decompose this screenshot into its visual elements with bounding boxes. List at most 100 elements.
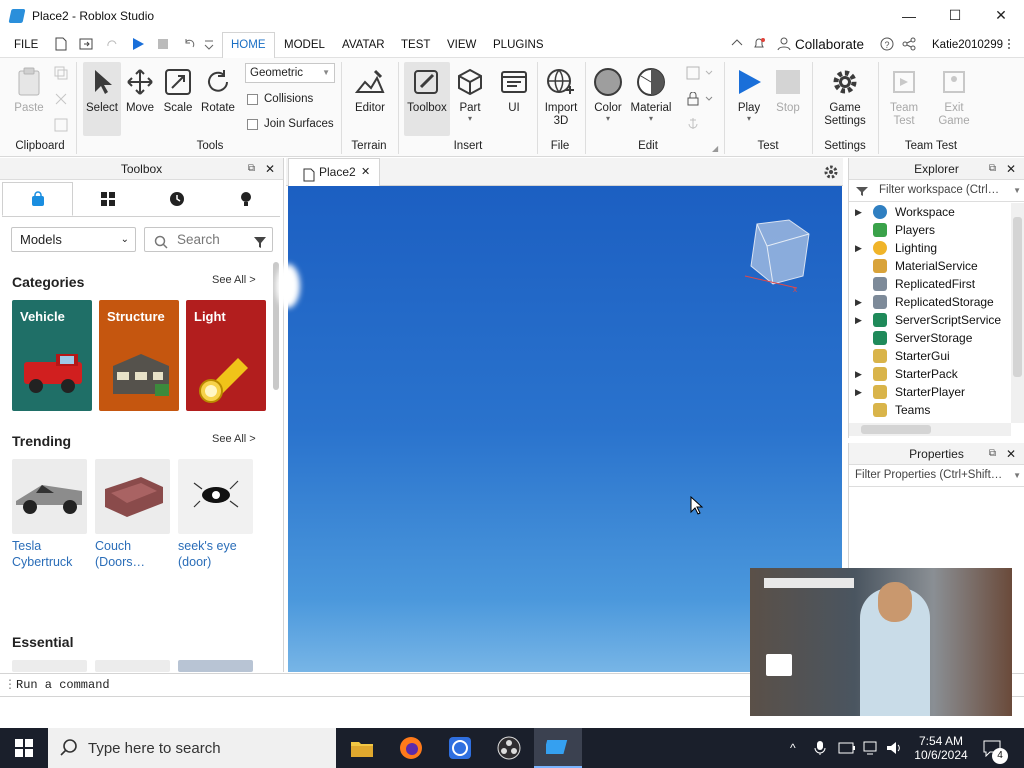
roblox-studio-taskbar-icon[interactable] [534, 728, 582, 768]
tab-marketplace-icon[interactable] [2, 182, 73, 216]
expand-arrow-icon[interactable]: ▶ [855, 203, 862, 221]
collaborate-button[interactable]: Collaborate [795, 35, 864, 55]
scale-tool-button[interactable]: Scale [160, 62, 196, 114]
viewport-settings-icon[interactable] [823, 164, 839, 183]
part-button[interactable]: Part ▾ [452, 62, 488, 123]
battery-icon[interactable] [838, 728, 856, 768]
toolbox-button[interactable]: Toolbox [404, 62, 450, 136]
close-icon[interactable]: ✕ [1006, 158, 1016, 180]
essential-item-thumb[interactable] [12, 660, 87, 672]
join-surfaces-checkbox[interactable]: Join Surfaces [247, 118, 334, 130]
settings-dots-icon[interactable] [1006, 37, 1020, 51]
category-light-tile[interactable]: Light [186, 300, 266, 411]
tab-avatar[interactable]: AVATAR [342, 35, 385, 55]
explorer-horizontal-scrollbar[interactable] [849, 423, 1011, 436]
essential-item-thumb[interactable] [95, 660, 170, 672]
trending-item-label[interactable]: seek's eye (door) [178, 538, 237, 570]
minimize-button[interactable]: — [886, 0, 932, 31]
tab-view[interactable]: VIEW [447, 35, 476, 55]
game-settings-button[interactable]: Game Settings [818, 62, 872, 128]
close-icon[interactable]: ✕ [265, 158, 275, 180]
expand-arrow-icon[interactable]: ▶ [855, 293, 862, 311]
categories-see-all-link[interactable]: See All > [212, 274, 256, 286]
trending-see-all-link[interactable]: See All > [212, 433, 256, 445]
undock-icon[interactable]: ⧉ [989, 158, 996, 180]
file-explorer-icon[interactable] [338, 728, 386, 768]
tab-inventory-icon[interactable] [73, 182, 142, 216]
undock-icon[interactable]: ⧉ [248, 158, 255, 180]
publish-icon[interactable] [79, 37, 93, 51]
transform-mode-dropdown[interactable]: Geometric ▼ [245, 63, 335, 83]
select-tool-button[interactable]: Select [83, 62, 121, 136]
close-button[interactable]: ✕ [978, 0, 1024, 31]
undo-icon[interactable] [182, 37, 196, 51]
expand-arrow-icon[interactable]: ▶ [855, 239, 862, 257]
trending-item-label[interactable]: Tesla Cybertruck [12, 538, 72, 570]
windows-start-icon[interactable] [0, 728, 48, 768]
play-button[interactable]: Play ▾ [730, 62, 768, 123]
explorer-vertical-scrollbar[interactable] [1011, 203, 1024, 423]
notification-bell-icon[interactable] [752, 37, 766, 51]
maximize-button[interactable]: ☐ [932, 0, 978, 31]
trending-item-seeks-eye-thumb[interactable] [178, 459, 253, 534]
firefox-icon[interactable] [387, 728, 435, 768]
view-cube-icon[interactable]: x [743, 216, 813, 296]
chrome-icon[interactable] [436, 728, 484, 768]
notifications-icon[interactable]: 4 [982, 728, 1008, 768]
expand-arrow-icon[interactable]: ▶ [855, 311, 862, 329]
volume-icon[interactable] [886, 728, 904, 768]
essential-item-thumb[interactable] [178, 660, 253, 672]
share-icon[interactable] [902, 37, 916, 51]
tab-recent-clock-icon[interactable] [142, 182, 211, 216]
tab-model[interactable]: MODEL [284, 35, 325, 55]
tab-creations-bulb-icon[interactable] [211, 182, 280, 216]
trending-item-couch-thumb[interactable] [95, 459, 170, 534]
home-icon[interactable] [730, 37, 744, 51]
expand-arrow-icon[interactable]: ▶ [855, 383, 862, 401]
category-structure-tile[interactable]: Structure [99, 300, 179, 411]
collisions-checkbox[interactable]: Collisions [247, 93, 313, 105]
ui-button[interactable]: UI [496, 62, 532, 114]
explorer-filter-input[interactable]: Filter workspace (Ctrl… ▼ [849, 180, 1024, 202]
close-tab-icon[interactable]: ✕ [361, 159, 370, 185]
close-icon[interactable]: ✕ [1006, 443, 1016, 465]
help-icon[interactable]: ? [880, 37, 894, 51]
network-icon[interactable] [862, 728, 880, 768]
filter-icon[interactable] [253, 233, 267, 256]
rotate-tool-button[interactable]: Rotate [198, 62, 238, 114]
obs-icon[interactable] [485, 728, 533, 768]
category-vehicle-tile[interactable]: Vehicle [12, 300, 92, 411]
expand-arrow-icon[interactable]: ▶ [855, 365, 862, 383]
tab-test[interactable]: TEST [401, 35, 430, 55]
collaborate-icon[interactable] [777, 37, 791, 51]
place2-tab[interactable]: Place2 ✕ [288, 158, 380, 186]
play-quick-icon[interactable] [131, 37, 145, 51]
trending-item-cybertruck-thumb[interactable] [12, 459, 87, 534]
tab-plugins[interactable]: PLUGINS [493, 35, 544, 55]
material-button[interactable]: Material ▾ [630, 62, 672, 123]
move-tool-button[interactable]: Move [122, 62, 158, 114]
lock-icon[interactable] [686, 91, 714, 109]
grip-icon: ⋮ [4, 678, 16, 692]
file-menu[interactable]: FILE [14, 35, 38, 55]
taskbar-search-box[interactable]: Type here to search [48, 728, 336, 768]
tab-home[interactable]: HOME [222, 32, 275, 58]
microphone-icon[interactable] [814, 728, 826, 768]
clock[interactable]: 7:54 AM 10/6/2024 [912, 728, 970, 768]
color-button[interactable]: Color ▾ [588, 62, 628, 123]
trending-item-label[interactable]: Couch (Doors… [95, 538, 145, 570]
new-file-icon[interactable] [55, 37, 69, 51]
properties-filter-input[interactable]: Filter Properties (Ctrl+Shift… ▼ [849, 465, 1024, 487]
expand-corner-icon[interactable]: ◢ [712, 144, 718, 153]
toolbox-search-input[interactable]: Search [144, 227, 273, 252]
part-cube-icon [452, 62, 488, 102]
asset-type-select[interactable]: Models ⌄ [11, 227, 136, 252]
terrain-editor-button[interactable]: Editor [348, 62, 392, 114]
tray-chevron-icon[interactable]: ^ [790, 728, 796, 768]
undock-icon[interactable]: ⧉ [989, 443, 996, 465]
lighting-bulb-icon [873, 241, 887, 255]
username-label[interactable]: Katie2010299 [932, 35, 1003, 55]
import-3d-button[interactable]: Import 3D [540, 62, 582, 128]
quick-access-dropdown-icon[interactable] [204, 37, 218, 51]
paste-button[interactable]: Paste [8, 62, 50, 114]
